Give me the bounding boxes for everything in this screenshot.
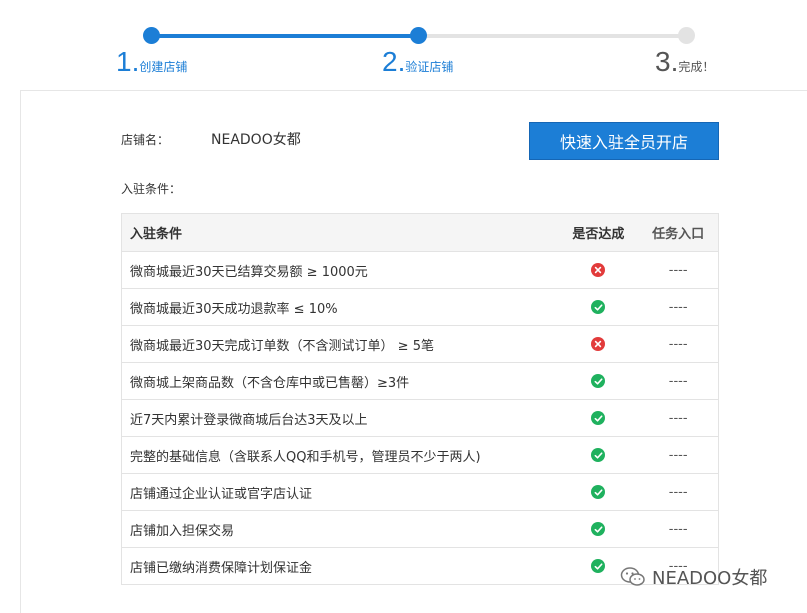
check-circle-icon xyxy=(591,300,606,314)
condition-text: 微商城最近30天已结算交易额 ≥ 1000元 xyxy=(130,264,368,280)
table-row: 完整的基础信息（含联系人QQ和手机号，管理员不少于两人) ---- xyxy=(122,436,718,473)
quick-open-store-button[interactable]: 快速入驻全员开店 xyxy=(529,122,719,160)
header-condition: 入驻条件 xyxy=(130,227,183,242)
table-row: 微商城上架商品数（不含仓库中或已售罄）≥3件 ---- xyxy=(122,362,718,399)
achieved-cell xyxy=(559,374,639,388)
shop-name-label: 店铺名： xyxy=(121,133,170,147)
conditions-label: 入驻条件： xyxy=(121,182,182,196)
condition-text: 店铺加入担保交易 xyxy=(130,523,235,539)
condition-text: 微商城最近30天成功退款率 ≤ 10% xyxy=(130,301,338,317)
watermark: NEADOO女都 xyxy=(620,564,767,590)
step-1-number: 1. xyxy=(116,46,140,77)
progress-stepper: 1.创建店铺 2.验证店铺 3.完成！ xyxy=(0,0,807,90)
step-3-number: 3. xyxy=(655,46,679,77)
progress-track-remaining xyxy=(418,34,686,38)
table-row: 店铺加入担保交易 ---- xyxy=(122,510,718,547)
step-3-label: 3.完成！ xyxy=(655,46,714,78)
condition-text: 完整的基础信息（含联系人QQ和手机号，管理员不少于两人) xyxy=(130,449,481,465)
check-circle-icon xyxy=(591,374,606,388)
watermark-text: NEADOO女都 xyxy=(652,568,768,589)
table-row: 微商城最近30天完成订单数（不含测试订单） ≥ 5笔 ---- xyxy=(122,325,718,362)
task-entry-cell: ---- xyxy=(668,373,688,389)
achieved-cell xyxy=(559,337,639,351)
wechat-icon xyxy=(620,567,645,586)
step-3-text: 完成！ xyxy=(678,60,715,74)
table-row: 近7天内累计登录微商城后台达3天及以上 ---- xyxy=(122,399,718,436)
table-row: 店铺通过企业认证或官字店认证 ---- xyxy=(122,473,718,510)
condition-text: 近7天内累计登录微商城后台达3天及以上 xyxy=(130,412,368,428)
task-entry-cell: ---- xyxy=(668,447,688,463)
achieved-cell xyxy=(559,411,639,425)
check-circle-icon xyxy=(591,559,606,573)
header-task-entry: 任务入口 xyxy=(652,227,705,242)
table-row: 微商城最近30天已结算交易额 ≥ 1000元 ---- xyxy=(122,251,718,288)
achieved-cell xyxy=(559,522,639,536)
task-entry-cell: ---- xyxy=(668,336,688,352)
condition-text: 微商城最近30天完成订单数（不含测试订单） ≥ 5笔 xyxy=(130,338,434,354)
error-circle-icon xyxy=(591,337,606,351)
shop-name-value: NEADOO女都 xyxy=(211,132,301,148)
step-1-text: 创建店铺 xyxy=(139,60,188,74)
check-circle-icon xyxy=(591,522,606,536)
step-2-dot xyxy=(410,27,427,44)
step-2-number: 2. xyxy=(382,46,406,77)
header-achieved: 是否达成 xyxy=(572,227,625,242)
progress-track-completed xyxy=(151,34,418,38)
step-1-dot xyxy=(143,27,160,44)
task-entry-cell: ---- xyxy=(668,299,688,315)
check-circle-icon xyxy=(591,485,606,499)
achieved-cell xyxy=(559,263,639,277)
table-row: 微商城最近30天成功退款率 ≤ 10% ---- xyxy=(122,288,718,325)
table-header: 入驻条件 是否达成 任务入口 xyxy=(122,214,718,251)
task-entry-cell: ---- xyxy=(668,262,688,278)
task-entry-cell: ---- xyxy=(668,410,688,426)
step-2-text: 验证店铺 xyxy=(405,60,454,74)
task-entry-cell: ---- xyxy=(668,521,688,537)
step-2-label: 2.验证店铺 xyxy=(382,46,453,78)
condition-text: 店铺已缴纳消费保障计划保证金 xyxy=(130,560,313,576)
error-circle-icon xyxy=(591,263,606,277)
step-1-label: 1.创建店铺 xyxy=(116,46,187,78)
achieved-cell xyxy=(559,485,639,499)
conditions-table: 入驻条件 是否达成 任务入口 微商城最近30天已结算交易额 ≥ 1000元 ---… xyxy=(121,213,719,585)
condition-text: 微商城上架商品数（不含仓库中或已售罄）≥3件 xyxy=(130,375,410,391)
task-entry-cell: ---- xyxy=(668,484,688,500)
check-circle-icon xyxy=(591,411,606,425)
step-3-dot xyxy=(678,27,695,44)
achieved-cell xyxy=(559,300,639,314)
check-circle-icon xyxy=(591,448,606,462)
achieved-cell xyxy=(559,448,639,462)
condition-text: 店铺通过企业认证或官字店认证 xyxy=(130,486,313,502)
